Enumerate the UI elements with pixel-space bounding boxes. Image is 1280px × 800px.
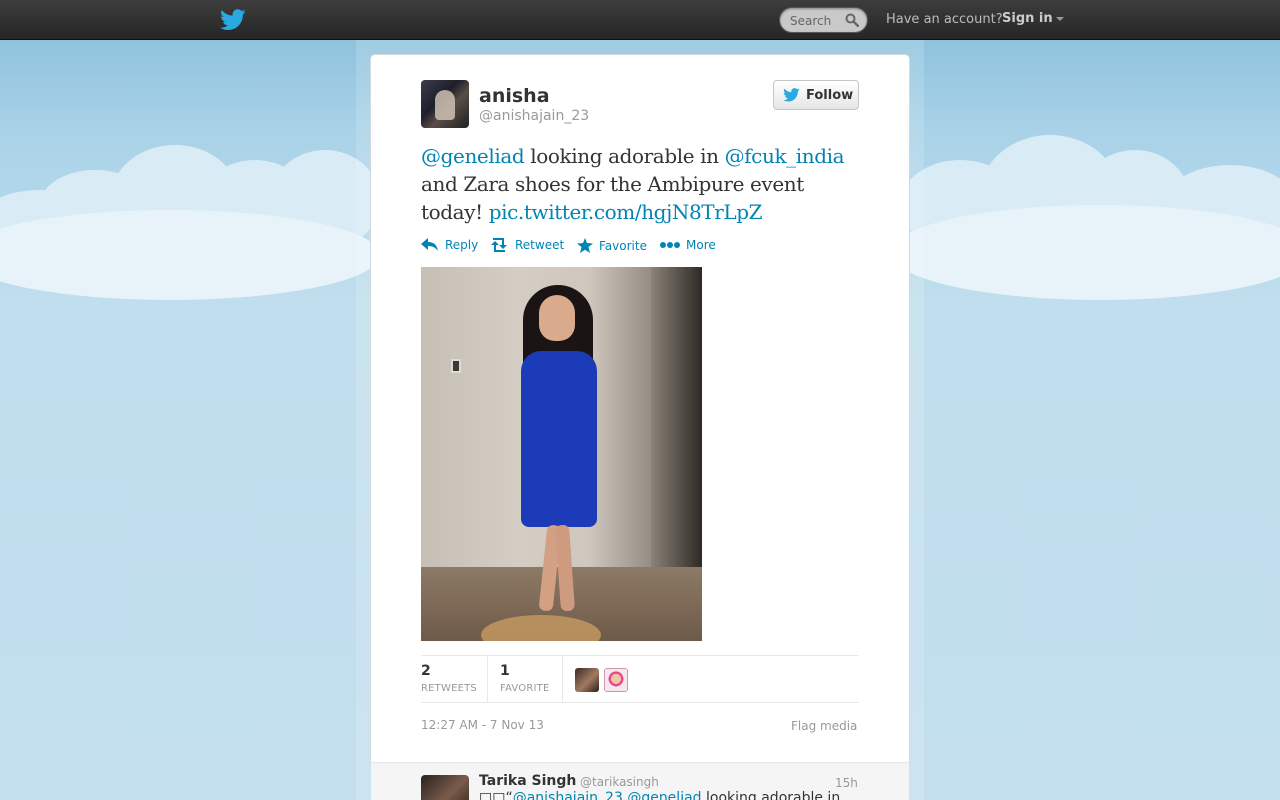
retweet-action[interactable]: Retweet xyxy=(489,238,564,252)
reply-author-name[interactable]: Tarika Singh xyxy=(479,773,576,789)
retweeter-avatar[interactable] xyxy=(575,668,599,692)
mention-link[interactable]: @anishajain_23 xyxy=(513,790,623,800)
flag-media-link[interactable]: Flag media xyxy=(791,719,857,733)
search-box[interactable] xyxy=(779,7,868,33)
reply-icon xyxy=(421,238,438,251)
reply-label: Reply xyxy=(445,238,479,252)
retweets-label: RETWEETS xyxy=(421,683,477,694)
retweets-stat[interactable]: 2 RETWEETS xyxy=(421,656,488,703)
retweet-label: Retweet xyxy=(515,238,565,252)
twitter-bird-logo-icon[interactable] xyxy=(220,8,246,32)
reply-tweet[interactable]: Tarika Singh @tarikasingh 15h □□“@anisha… xyxy=(371,762,909,800)
star-icon xyxy=(577,238,593,253)
reply-avatar[interactable] xyxy=(421,775,469,800)
tweet-timestamp[interactable]: 12:27 AM - 7 Nov 13 xyxy=(421,718,544,732)
sign-in-label: Sign in xyxy=(1002,11,1053,26)
more-dots-icon xyxy=(660,242,680,248)
favorites-stat[interactable]: 1 FAVORITE xyxy=(488,656,563,703)
favorite-label: Favorite xyxy=(599,238,647,253)
favorite-action[interactable]: Favorite xyxy=(577,238,647,253)
author-name[interactable]: anisha xyxy=(479,85,550,107)
mention-link[interactable]: @fcuk_india xyxy=(725,144,845,168)
search-icon[interactable] xyxy=(845,13,859,27)
have-account-text: Have an account? xyxy=(886,12,1003,27)
favorites-count: 1 xyxy=(500,663,510,679)
reply-timestamp[interactable]: 15h xyxy=(835,776,858,790)
follow-label: Follow xyxy=(806,87,854,103)
search-input[interactable] xyxy=(790,12,850,29)
tweet-stats: 2 RETWEETS 1 FAVORITE xyxy=(421,655,859,703)
twitter-bird-icon xyxy=(783,88,800,102)
reply-text: □□“@anishajain_23 @geneliad looking ador… xyxy=(479,790,840,800)
more-action[interactable]: More xyxy=(660,238,716,252)
more-label: More xyxy=(686,238,716,252)
reply-author-handle[interactable]: @tarikasingh xyxy=(580,775,659,789)
retweets-count: 2 xyxy=(421,663,431,679)
retweet-icon xyxy=(491,238,507,252)
reply-action[interactable]: Reply xyxy=(421,238,478,252)
follow-button[interactable]: Follow xyxy=(773,80,859,110)
media-link[interactable]: pic.twitter.com/hgjN8TrLpZ xyxy=(489,200,763,224)
sign-in-dropdown[interactable]: Sign in xyxy=(1002,11,1064,26)
mention-link[interactable]: @geneliad xyxy=(627,790,701,800)
tweet-text: @geneliad looking adorable in @fcuk_indi… xyxy=(421,142,861,226)
mention-link[interactable]: @geneliad xyxy=(421,144,525,168)
author-handle[interactable]: @anishajain_23 xyxy=(479,108,589,124)
tweet-photo[interactable] xyxy=(421,267,702,641)
top-navigation-bar: Have an account? Sign in xyxy=(0,0,1280,40)
author-avatar[interactable] xyxy=(421,80,469,128)
reply-text-prefix: □□“ xyxy=(479,790,513,800)
reply-text-rest: looking adorable in xyxy=(701,790,841,800)
favorites-label: FAVORITE xyxy=(500,683,550,694)
chevron-down-icon xyxy=(1055,16,1064,21)
tweet-text-segment: looking adorable in xyxy=(524,144,725,168)
favoriter-avatar[interactable] xyxy=(604,668,628,692)
